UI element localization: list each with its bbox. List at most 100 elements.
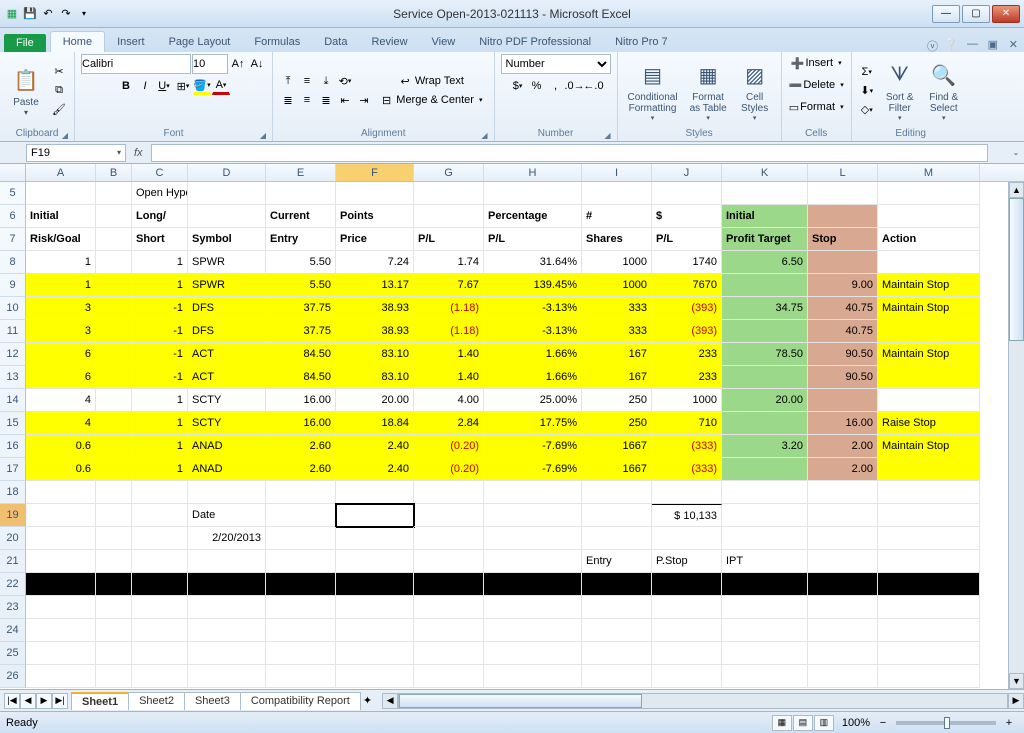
cell[interactable] (484, 481, 582, 504)
cell[interactable]: Short (132, 228, 188, 251)
cell[interactable] (484, 642, 582, 665)
sort-filter-button[interactable]: ᗐSort & Filter▾ (880, 58, 920, 124)
sheet-tab[interactable]: Compatibility Report (240, 692, 361, 710)
cell[interactable] (722, 182, 808, 205)
cell[interactable] (652, 182, 722, 205)
cell[interactable]: 13.17 (336, 274, 414, 297)
cell[interactable] (266, 596, 336, 619)
font-name-combo[interactable] (81, 54, 191, 74)
cell[interactable]: 90.50 (808, 343, 878, 366)
col-header-C[interactable]: C (132, 164, 188, 181)
cell[interactable]: 17.75% (484, 412, 582, 435)
tab-home[interactable]: Home (50, 31, 105, 52)
cell[interactable] (132, 665, 188, 688)
cell[interactable]: Action (878, 228, 980, 251)
row-header[interactable]: 15 (0, 412, 26, 435)
cell[interactable]: Entry (582, 550, 652, 573)
cell[interactable] (188, 550, 266, 573)
cell[interactable] (336, 619, 414, 642)
cell[interactable] (808, 642, 878, 665)
tab-data[interactable]: Data (312, 32, 359, 52)
cell[interactable] (266, 481, 336, 504)
underline-button[interactable]: U▾ (155, 77, 173, 95)
tab-formulas[interactable]: Formulas (242, 32, 312, 52)
cell[interactable] (582, 619, 652, 642)
sheet-tab[interactable]: Sheet2 (128, 692, 185, 710)
cell[interactable] (878, 596, 980, 619)
find-select-button[interactable]: 🔍Find & Select▾ (924, 58, 964, 124)
cell[interactable] (336, 596, 414, 619)
name-box[interactable]: F19▾ (26, 144, 126, 162)
cell[interactable] (414, 665, 484, 688)
cell[interactable]: 3.20 (722, 435, 808, 458)
sheet-tab[interactable]: Sheet3 (184, 692, 241, 710)
cell[interactable] (582, 596, 652, 619)
cell-styles-button[interactable]: ▨Cell Styles▾ (735, 58, 775, 124)
cell[interactable]: 1667 (582, 435, 652, 458)
cell[interactable] (484, 550, 582, 573)
cell[interactable] (808, 665, 878, 688)
fill-icon[interactable]: ⬇▾ (858, 82, 876, 100)
zoom-level[interactable]: 100% (842, 717, 870, 729)
file-tab[interactable]: File (4, 34, 46, 52)
decrease-decimal-icon[interactable]: ←.0 (585, 77, 603, 95)
tab-review[interactable]: Review (359, 32, 419, 52)
row-header[interactable]: 14 (0, 389, 26, 412)
cell[interactable]: Initial (26, 205, 96, 228)
cell[interactable]: -1 (132, 320, 188, 343)
row-header[interactable]: 23 (0, 596, 26, 619)
cell[interactable] (582, 573, 652, 596)
formula-input[interactable] (151, 144, 988, 162)
accounting-format-icon[interactable]: $▾ (509, 77, 527, 95)
cell[interactable]: Maintain Stop (878, 343, 980, 366)
cell[interactable]: 37.75 (266, 320, 336, 343)
cell[interactable]: 5.50 (266, 251, 336, 274)
cell[interactable]: SPWR (188, 274, 266, 297)
cell[interactable] (96, 274, 132, 297)
decrease-indent-icon[interactable]: ⇤ (336, 91, 354, 109)
cell[interactable]: Percentage (484, 205, 582, 228)
increase-font-icon[interactable]: A↑ (229, 55, 247, 73)
cell[interactable]: (0.20) (414, 458, 484, 481)
cell[interactable]: (333) (652, 435, 722, 458)
cell[interactable]: 1.40 (414, 366, 484, 389)
cell[interactable]: 78.50 (722, 343, 808, 366)
cell[interactable] (188, 642, 266, 665)
cell[interactable]: 20.00 (336, 389, 414, 412)
cell[interactable] (266, 550, 336, 573)
format-as-table-button[interactable]: ▦Format as Table▾ (686, 58, 731, 124)
cell[interactable] (26, 665, 96, 688)
cell[interactable]: 1.66% (484, 366, 582, 389)
cell[interactable] (484, 596, 582, 619)
cell[interactable]: 4.00 (414, 389, 484, 412)
cell[interactable] (266, 527, 336, 550)
cell[interactable] (96, 665, 132, 688)
cell[interactable]: 1000 (582, 274, 652, 297)
cell[interactable]: Risk/Goal (26, 228, 96, 251)
help-icon[interactable]: ❔ (944, 38, 958, 52)
cell[interactable] (878, 573, 980, 596)
cell[interactable]: 0.6 (26, 435, 96, 458)
cell[interactable]: 2/20/2013 (188, 527, 266, 550)
cell[interactable] (582, 665, 652, 688)
doc-close-icon[interactable]: ✕ (1004, 38, 1018, 52)
align-left-icon[interactable]: ≣ (279, 91, 297, 109)
cell[interactable] (96, 504, 132, 527)
cell[interactable]: (333) (652, 458, 722, 481)
align-middle-icon[interactable]: ≡ (298, 72, 316, 90)
cell[interactable]: Price (336, 228, 414, 251)
cell[interactable] (26, 642, 96, 665)
cell[interactable] (336, 573, 414, 596)
cell[interactable] (414, 642, 484, 665)
cell[interactable]: 1.74 (414, 251, 484, 274)
fx-icon[interactable]: fx (134, 147, 143, 159)
cell[interactable]: SPWR (188, 251, 266, 274)
cell[interactable] (266, 573, 336, 596)
cell[interactable] (582, 642, 652, 665)
cell[interactable] (878, 665, 980, 688)
font-size-combo[interactable] (192, 54, 228, 74)
cell[interactable] (26, 504, 96, 527)
cell[interactable] (414, 527, 484, 550)
cell[interactable] (414, 573, 484, 596)
cell[interactable]: -7.69% (484, 458, 582, 481)
